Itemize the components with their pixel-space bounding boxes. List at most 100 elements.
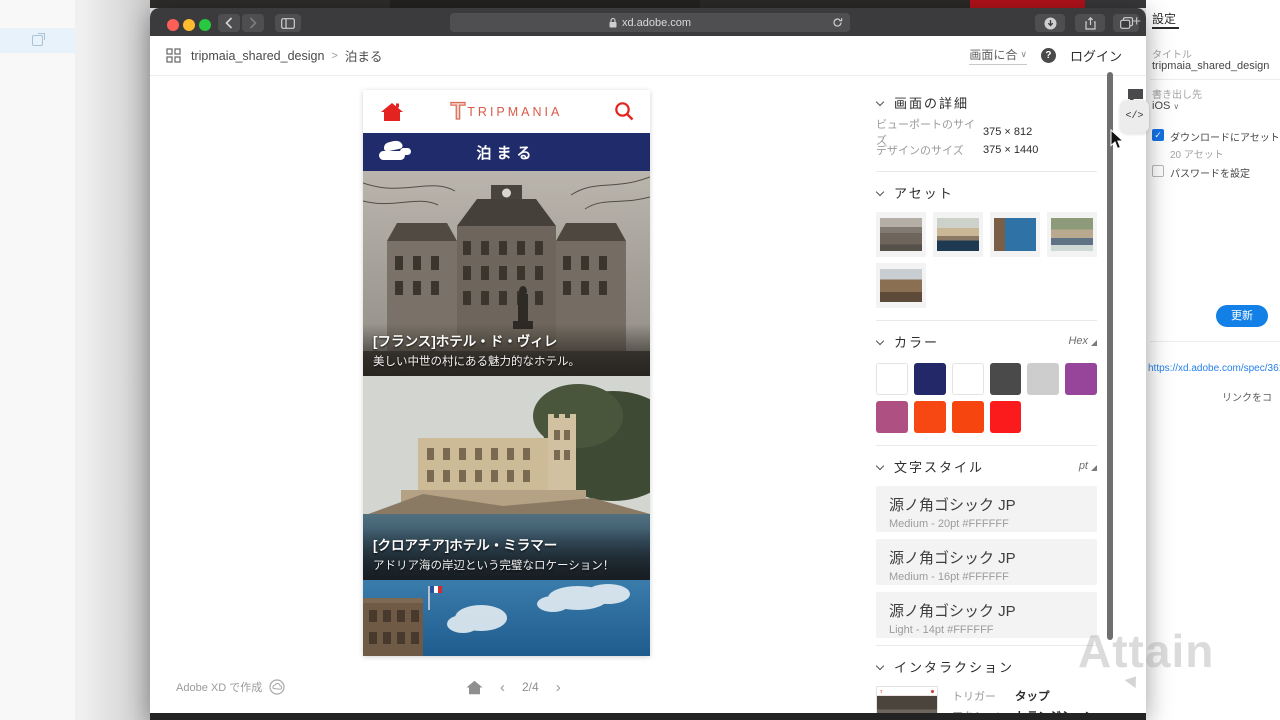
panel-scrollbar[interactable] [1107,72,1113,640]
section-colors[interactable]: カラー Hex [876,333,1097,349]
sky-tower-photo [363,580,650,656]
section-title: カラー [894,332,939,351]
color-unit-dropdown[interactable]: Hex [1068,335,1097,347]
spec-link[interactable]: https://xd.adobe.com/spec/3613b1 [1148,363,1280,374]
text-style-card[interactable]: 源ノ角ゴシック JP Medium - 16pt #FFFFFF [876,539,1097,585]
text-style-card[interactable]: 源ノ角ゴシック JP Medium - 20pt #FFFFFF [876,486,1097,532]
color-swatch[interactable] [952,401,984,433]
background-selected-row[interactable] [0,28,75,53]
strip-segment [700,0,970,8]
color-swatch[interactable] [914,401,946,433]
password-checkbox[interactable] [1152,165,1164,177]
window-bottom-strip [150,713,1146,720]
address-bar[interactable]: xd.adobe.com [450,13,850,32]
minimize-window-button[interactable] [183,19,195,31]
hotel-miramare-photo [937,218,979,251]
color-swatch[interactable] [876,401,908,433]
chevron-left-icon [225,17,233,29]
assets-count: 20 アセット [1170,146,1224,161]
tabs-icon [1120,17,1133,29]
photo-caption: [クロアチア]ホテル・ミラマー アドリア海の岸辺という完璧なロケーション！ [363,528,650,580]
tab-settings[interactable]: 設定 [1152,10,1176,27]
section-text-styles[interactable]: 文字スタイル pt [876,458,1097,474]
title-value[interactable]: tripmaia_shared_design [1152,60,1269,72]
title-label: タイトル [1152,46,1192,61]
color-swatch[interactable] [1065,363,1097,395]
share-button[interactable] [1075,14,1105,32]
divider [876,445,1097,446]
hotel-de-ville-photo [880,218,922,251]
font-name: 源ノ角ゴシック JP [889,547,1084,568]
asset-thumbnail[interactable] [933,212,983,257]
search-icon[interactable] [614,101,634,121]
breadcrumb-project[interactable]: tripmaia_shared_design [191,49,324,63]
section-title: 画面の詳細 [894,93,969,112]
page-indicator: 2/4 [522,680,539,694]
section-screen-details[interactable]: 画面の詳細 [876,94,1097,110]
color-swatches [876,363,1097,433]
background-window-strip [150,0,1146,8]
font-detail: Medium - 20pt #FFFFFF [889,518,1084,530]
made-with-xd: Adobe XD で作成 [176,679,285,695]
zoom-window-button[interactable] [199,19,211,31]
downloads-button[interactable] [1035,14,1065,32]
interaction-value: タップ [1015,688,1050,704]
logo-text: TRIPMANIA [467,105,562,119]
section-banner: 泊まる [363,133,650,171]
hotel-card-croatia[interactable]: [クロアチア]ホテル・ミラマー アドリア海の岸辺という完璧なロケーション！ [363,376,650,580]
section-assets[interactable]: アセット [876,184,1097,200]
new-tab-button[interactable]: + [1132,13,1141,30]
spec-panel: 画面の詳細 ビューポートのサイズ 375 × 812 デザインのサイズ 375 … [863,76,1110,720]
hotel-title: [クロアチア]ホテル・ミラマー [373,534,640,554]
detail-label: デザインのサイズ [876,142,983,158]
next-card-peek[interactable] [363,580,650,656]
text-style-card[interactable]: 源ノ角ゴシック JP Light - 14pt #FFFFFF [876,592,1097,638]
detail-row: デザインのサイズ 375 × 1440 [876,141,1097,159]
update-button[interactable]: 更新 [1216,305,1268,327]
asset-thumbnail[interactable] [990,212,1040,257]
hotel-subtitle: 美しい中世の村にある魅力的なホテル。 [373,353,640,369]
include-assets-checkbox[interactable]: ✓ [1152,129,1164,141]
zoom-fit-dropdown[interactable]: 画面に合∨ [969,46,1027,65]
artboard-grid-icon[interactable] [166,48,181,63]
color-swatch[interactable] [952,363,984,395]
chevron-down-icon: ∨ [1173,102,1179,111]
reload-button[interactable] [832,17,843,28]
sidebar-toggle-button[interactable] [275,14,301,32]
detail-value: 375 × 812 [983,126,1032,138]
hotel-card-france[interactable]: [フランス]ホテル・ド・ヴィレ 美しい中世の村にある魅力的なホテル。 [363,171,650,376]
detail-value: 375 × 1440 [983,144,1038,156]
color-swatch[interactable] [876,363,908,395]
color-swatch[interactable] [990,363,1022,395]
color-swatch[interactable] [914,363,946,395]
color-swatch[interactable] [990,401,1022,433]
interaction-label: トリガー [952,688,1015,704]
corner-triangle-icon [1091,340,1097,346]
next-page-button[interactable]: › [556,679,561,696]
help-button[interactable]: ? [1041,48,1056,63]
asset-thumbnail[interactable] [876,263,926,308]
forward-button[interactable] [242,14,264,32]
share-icon [1085,17,1096,30]
prev-page-button[interactable]: ‹ [500,679,505,696]
chevron-down-icon: ∨ [1020,49,1027,60]
asset-thumbnail[interactable] [1047,212,1097,257]
strip-segment [1085,0,1146,8]
page-navigation: ‹ 2/4 › [466,672,561,702]
home-button-icon[interactable] [466,680,483,695]
asset-thumbnail[interactable] [876,212,926,257]
section-interactions[interactable]: インタラクション [876,658,1097,674]
export-target-dropdown[interactable]: iOS ∨ [1152,100,1179,112]
close-window-button[interactable] [167,19,179,31]
ornate-hotel-photo [880,269,922,302]
font-detail: Medium - 16pt #FFFFFF [889,571,1084,583]
copy-link-button[interactable]: リンクをコ [1222,389,1272,404]
strip-segment [150,0,390,8]
sky-tower-photo [994,218,1036,251]
section-title: 文字スタイル [894,457,984,476]
text-unit-dropdown[interactable]: pt [1079,460,1097,472]
back-button[interactable] [218,14,240,32]
login-button[interactable]: ログイン [1070,46,1122,65]
color-swatch[interactable] [1027,363,1059,395]
divider [876,645,1097,646]
